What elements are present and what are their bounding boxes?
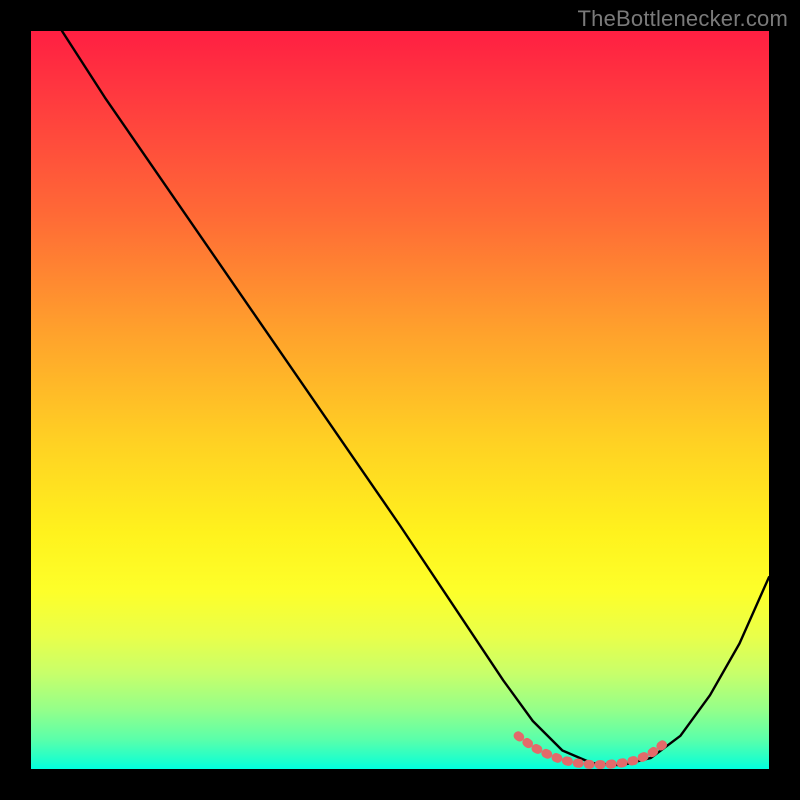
attribution-label: TheBottlenecker.com xyxy=(578,6,788,32)
bottleneck-curve xyxy=(62,31,769,765)
chart-overlay xyxy=(31,31,769,769)
valley-highlight xyxy=(518,736,666,765)
